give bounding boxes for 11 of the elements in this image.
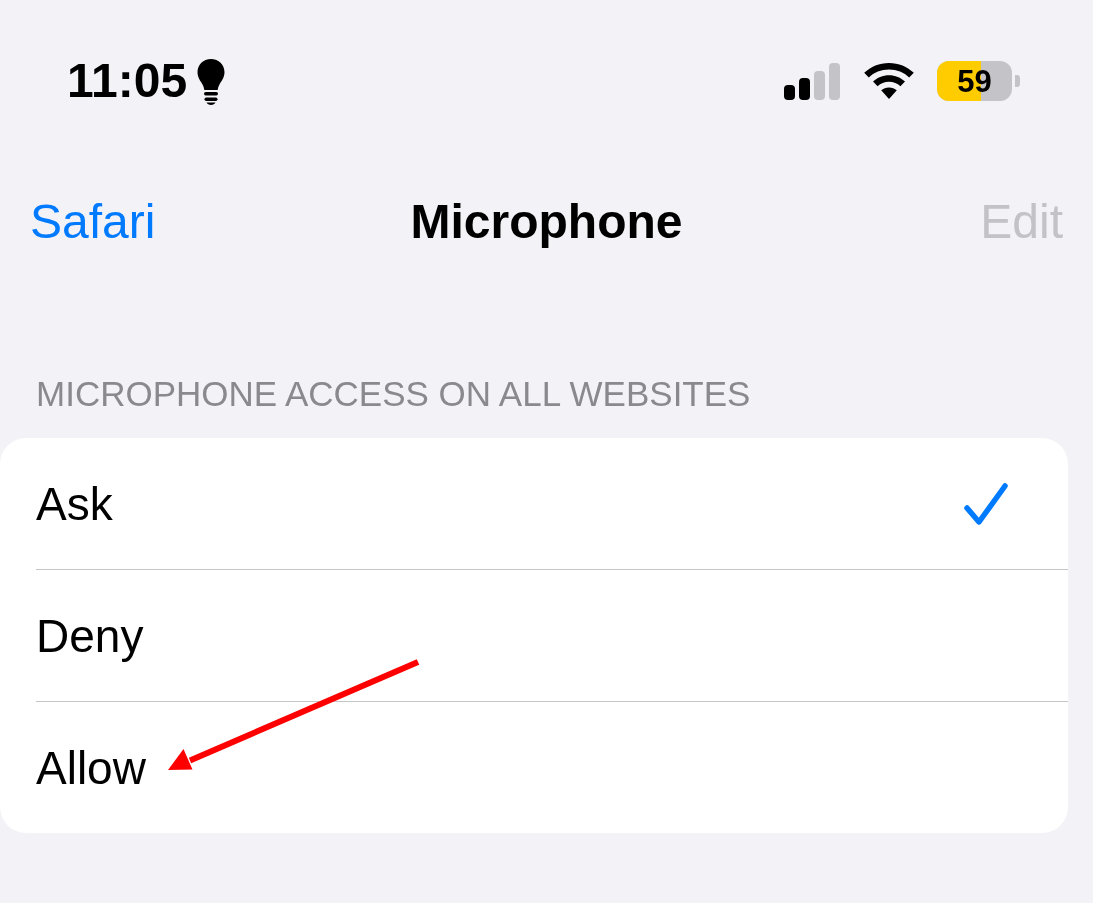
option-row[interactable]: Deny xyxy=(0,570,1068,701)
status-time: 11:05 xyxy=(67,57,188,105)
light-bulb-icon xyxy=(197,59,226,105)
wifi-icon xyxy=(864,63,914,99)
option-row[interactable]: Allow xyxy=(0,702,1068,833)
cellular-signal-icon xyxy=(784,62,840,100)
page-title: Microphone xyxy=(410,198,683,246)
back-button[interactable]: Safari xyxy=(30,198,156,246)
battery-cap xyxy=(1015,75,1020,87)
section-header: MICROPHONE ACCESS ON ALL WEBSITES xyxy=(36,374,751,413)
option-row[interactable]: Ask xyxy=(0,438,1068,569)
